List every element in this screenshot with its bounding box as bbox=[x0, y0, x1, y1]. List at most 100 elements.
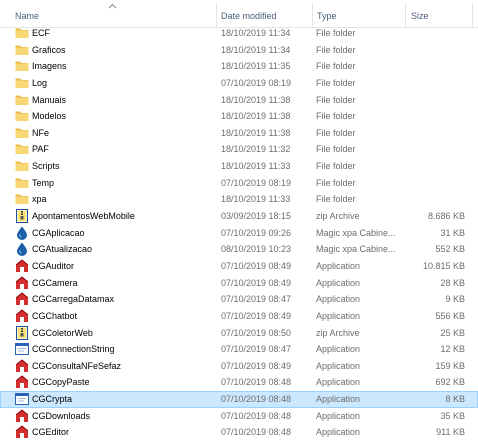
file-row[interactable]: CGCopyPaste 07/10/2019 08:48 Application 69… bbox=[0, 374, 478, 391]
folder-icon bbox=[15, 109, 29, 123]
magic-xpa-drop-icon bbox=[15, 242, 29, 257]
file-name: CGAtualizacao bbox=[32, 244, 93, 255]
file-row[interactable]: CGAplicacao 07/10/2019 09:26 Magic xpa Cab… bbox=[0, 225, 478, 242]
file-row[interactable]: ECF 18/10/2019 11:34 File folder bbox=[0, 25, 478, 42]
folder-icon bbox=[15, 126, 29, 140]
file-date-modified: 18/10/2019 11:33 bbox=[221, 161, 291, 172]
file-date-modified: 07/10/2019 08:49 bbox=[221, 310, 292, 321]
file-date-modified: 07/10/2019 08:49 bbox=[221, 260, 292, 271]
file-name: ECF bbox=[32, 28, 50, 38]
app-window-icon bbox=[15, 342, 29, 356]
file-date-modified: 18/10/2019 11:34 bbox=[221, 28, 291, 38]
column-divider[interactable] bbox=[216, 3, 217, 27]
file-row[interactable]: CGEditor 07/10/2019 08:48 Application 911 K… bbox=[0, 424, 478, 441]
file-type: Application bbox=[316, 394, 361, 405]
file-size bbox=[410, 108, 465, 125]
file-row[interactable]: Scripts 18/10/2019 11:33 File folder bbox=[0, 158, 478, 175]
app-red-icon bbox=[15, 409, 29, 423]
column-header-date-modified[interactable]: Date modified bbox=[221, 0, 311, 27]
file-row[interactable]: CGCamera 07/10/2019 08:49 Application 28 KB bbox=[0, 275, 478, 292]
file-row[interactable]: NFe 18/10/2019 11:38 File folder bbox=[0, 125, 478, 142]
folder-icon bbox=[15, 43, 29, 57]
file-row[interactable]: CGCarregaDatamax 07/10/2019 08:47 Applicat… bbox=[0, 291, 478, 308]
file-name: Log bbox=[32, 77, 48, 88]
file-list: ECF 18/10/2019 11:34 File folder Graficos 18… bbox=[0, 25, 478, 441]
file-name: CGAplicacao bbox=[32, 227, 85, 238]
folder-icon bbox=[15, 142, 29, 156]
file-row[interactable]: Imagens 18/10/2019 11:35 File folder bbox=[0, 58, 478, 75]
file-date-modified: 03/09/2019 18:15 bbox=[221, 211, 292, 222]
file-type: Application bbox=[316, 360, 361, 371]
file-name: CGDownloads bbox=[32, 410, 91, 421]
file-row[interactable]: Graficos 18/10/2019 11:34 File folder bbox=[0, 42, 478, 59]
app-red-icon bbox=[15, 259, 29, 273]
file-row[interactable]: CGConnectionString 07/10/2019 08:47 Applic… bbox=[0, 341, 478, 358]
file-row[interactable]: CGConsultaNFeSefaz 07/10/2019 08:49 Applic… bbox=[0, 358, 478, 375]
folder-icon bbox=[15, 159, 29, 173]
zip-archive-icon bbox=[15, 325, 29, 340]
file-date-modified: 07/10/2019 08:48 bbox=[221, 394, 292, 405]
file-size: 556 KB bbox=[435, 310, 465, 321]
file-type: Magic xpa Cabine... bbox=[316, 227, 396, 238]
file-date-modified: 07/10/2019 09:26 bbox=[221, 227, 292, 238]
file-row[interactable]: CGAtualizacao 08/10/2019 10:23 Magic xpa C… bbox=[0, 241, 478, 258]
file-row[interactable]: xpa 18/10/2019 11:33 File folder bbox=[0, 191, 478, 208]
file-type: zip Archive bbox=[316, 211, 360, 222]
file-date-modified: 07/10/2019 08:19 bbox=[221, 177, 292, 188]
file-name: Manuais bbox=[32, 94, 67, 105]
file-row[interactable]: Log 07/10/2019 08:19 File folder bbox=[0, 75, 478, 92]
file-row[interactable]: Temp 07/10/2019 08:19 File folder bbox=[0, 175, 478, 192]
file-type: Application bbox=[316, 377, 361, 388]
file-type: File folder bbox=[316, 177, 356, 188]
app-red-icon bbox=[15, 309, 29, 323]
file-type: File folder bbox=[316, 94, 356, 105]
file-type: Application bbox=[316, 310, 361, 321]
column-header-name[interactable]: Name bbox=[15, 0, 215, 27]
file-date-modified: 18/10/2019 11:38 bbox=[221, 111, 291, 122]
file-size bbox=[410, 175, 465, 192]
app-red-icon bbox=[15, 275, 29, 290]
file-size bbox=[410, 158, 465, 175]
file-row[interactable]: Manuais 18/10/2019 11:38 File folder bbox=[0, 92, 478, 109]
file-type: Application bbox=[316, 294, 361, 305]
app-window-icon bbox=[15, 392, 29, 406]
file-row[interactable]: CGChatbot 07/10/2019 08:49 Application 556 … bbox=[0, 308, 478, 325]
file-size: 159 KB bbox=[435, 360, 465, 371]
file-name: Imagens bbox=[32, 61, 67, 72]
file-type: Application bbox=[316, 410, 361, 421]
file-row[interactable]: CGCrypta 07/10/2019 08:48 Application 8 KB bbox=[0, 391, 478, 408]
app-red-icon bbox=[15, 359, 29, 373]
file-row[interactable]: CGAuditor 07/10/2019 08:49 Application 10.8… bbox=[0, 258, 478, 275]
column-divider[interactable] bbox=[472, 3, 473, 27]
file-row[interactable]: PAF 18/10/2019 11:32 File folder bbox=[0, 141, 478, 158]
file-type: Application bbox=[316, 427, 361, 438]
file-type: Application bbox=[316, 277, 361, 288]
file-size bbox=[410, 125, 465, 142]
file-size bbox=[410, 42, 465, 59]
file-date-modified: 18/10/2019 11:33 bbox=[221, 194, 291, 205]
file-row[interactable]: CGColetorWeb 07/10/2019 08:50 zip Archive 2… bbox=[0, 325, 478, 342]
folder-icon bbox=[15, 76, 29, 90]
file-row[interactable]: Modelos 18/10/2019 11:38 File folder bbox=[0, 108, 478, 125]
file-name: Modelos bbox=[32, 111, 67, 122]
file-row[interactable]: CGDownloads 07/10/2019 08:48 Application 35… bbox=[0, 408, 478, 425]
file-date-modified: 08/10/2019 10:23 bbox=[221, 244, 292, 255]
column-divider[interactable] bbox=[405, 3, 406, 27]
folder-icon bbox=[15, 176, 29, 190]
file-size: 31 KB bbox=[440, 227, 465, 238]
app-red-icon bbox=[15, 375, 29, 389]
file-type: Application bbox=[316, 260, 361, 271]
file-size bbox=[410, 141, 465, 158]
file-size: 35 KB bbox=[440, 410, 465, 421]
file-size: 25 KB bbox=[440, 327, 465, 338]
file-date-modified: 07/10/2019 08:47 bbox=[221, 294, 292, 305]
file-type: File folder bbox=[316, 111, 356, 122]
column-divider[interactable] bbox=[312, 3, 313, 27]
file-size: 10.815 KB bbox=[422, 260, 465, 271]
column-header-type[interactable]: Type bbox=[317, 0, 405, 27]
file-name: ApontamentosWebMobile bbox=[32, 211, 135, 222]
file-name: CGCopyPaste bbox=[32, 377, 90, 388]
file-name: CGEditor bbox=[32, 427, 70, 438]
column-header-size[interactable]: Size bbox=[411, 0, 471, 27]
file-row[interactable]: ApontamentosWebMobile 03/09/2019 18:15 zip… bbox=[0, 208, 478, 225]
